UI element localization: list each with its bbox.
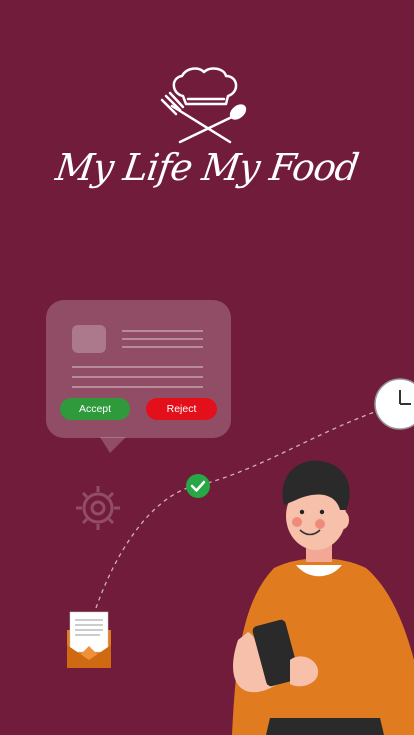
check-icon: [186, 474, 210, 498]
clock-icon: [374, 378, 414, 430]
placeholder-line: [122, 346, 203, 348]
request-card: Accept Reject: [46, 300, 231, 438]
placeholder-line: [72, 386, 203, 388]
card-tail: [100, 437, 126, 453]
splash-screen: My Life My Food Accept Reject: [0, 0, 414, 735]
gear-icon: [76, 486, 120, 530]
person-illustration: [232, 460, 414, 735]
card-thumbnail: [72, 325, 106, 353]
reject-button[interactable]: Reject: [146, 398, 217, 420]
placeholder-line: [72, 376, 203, 378]
placeholder-line: [122, 338, 203, 340]
placeholder-line: [122, 330, 203, 332]
placeholder-line: [72, 366, 203, 368]
envelope-document-icon: [67, 611, 111, 668]
accept-button[interactable]: Accept: [60, 398, 130, 420]
